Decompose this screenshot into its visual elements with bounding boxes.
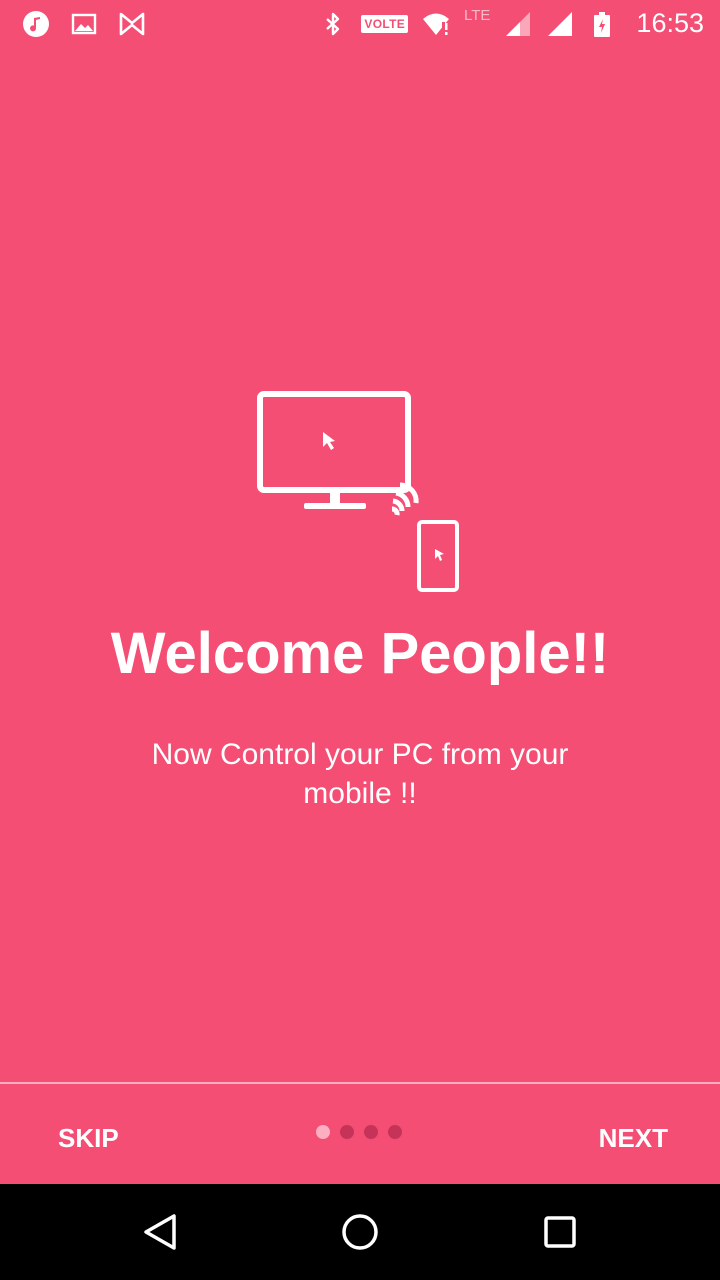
page-indicator <box>316 1125 402 1139</box>
welcome-title: Welcome People!! <box>110 621 610 686</box>
welcome-description: Now Control your PC from your mobile !! <box>151 738 569 810</box>
skip-button[interactable]: SKIP <box>48 1110 129 1166</box>
wifi-icon <box>423 13 450 35</box>
system-icons: VOLTE LTE 16:53 <box>319 7 704 39</box>
pc-phone-remote-icon <box>257 391 459 592</box>
signal-icon <box>506 11 531 36</box>
page-dot-1 <box>316 1125 330 1139</box>
image-icon <box>71 13 97 35</box>
app-icon <box>119 12 145 36</box>
music-icon <box>23 11 49 37</box>
battery-icon <box>594 11 611 37</box>
page-dot-2 <box>340 1125 354 1139</box>
page-dot-3 <box>364 1125 378 1139</box>
page-dot-4 <box>388 1125 402 1139</box>
clock: 16:53 <box>636 8 704 38</box>
home-icon[interactable] <box>336 1208 384 1256</box>
navigation-bar <box>0 1184 720 1280</box>
lte-indicator: LTE <box>464 7 491 24</box>
onboarding-screen: VOLTE LTE 16:53 Welcome People!! Now Con… <box>0 0 720 1280</box>
next-button[interactable]: NEXT <box>589 1110 678 1166</box>
back-icon[interactable] <box>136 1208 184 1256</box>
status-bar: VOLTE LTE 16:53 <box>0 0 720 48</box>
bluetooth-icon <box>326 12 340 35</box>
recents-icon[interactable] <box>536 1208 584 1256</box>
signal-icon-2 <box>548 11 573 36</box>
volte-badge: VOLTE <box>361 14 409 33</box>
notification-icons <box>22 10 146 38</box>
footer-divider <box>0 1082 720 1084</box>
